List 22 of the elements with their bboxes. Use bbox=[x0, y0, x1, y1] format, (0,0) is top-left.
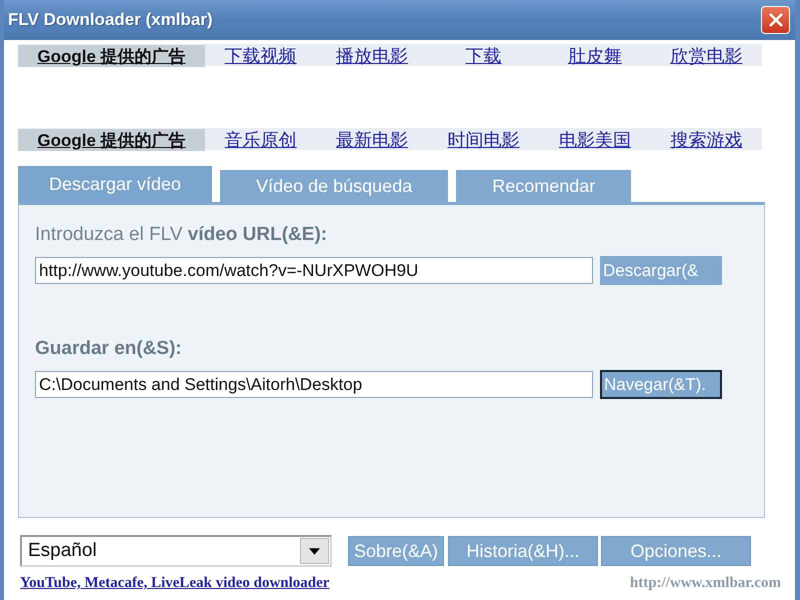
ad-link[interactable]: 播放电影 bbox=[336, 44, 408, 68]
ad-link[interactable]: 欣赏电影 bbox=[670, 44, 742, 68]
ad-link[interactable]: 时间电影 bbox=[447, 128, 520, 152]
language-select[interactable]: Español bbox=[20, 535, 332, 567]
ads-label-link[interactable]: Google 提供的广告 bbox=[18, 45, 205, 67]
footer-link[interactable]: YouTube, Metacafe, LiveLeak video downloader bbox=[20, 575, 330, 592]
close-icon bbox=[768, 13, 782, 27]
window-title: FLV Downloader (xmlbar) bbox=[8, 10, 213, 30]
website-address: http://www.xmlbar.com bbox=[630, 575, 781, 592]
ad-link[interactable]: 音乐原创 bbox=[224, 128, 297, 152]
ad-link[interactable]: 最新电影 bbox=[336, 128, 408, 152]
ad-link[interactable]: 电影美国 bbox=[558, 128, 631, 152]
close-button[interactable] bbox=[761, 6, 790, 34]
ad-link[interactable]: 下载 bbox=[465, 44, 502, 68]
ads-label-link[interactable]: Google 提供的广告 bbox=[18, 129, 205, 151]
field-label: Introduzca el FLV vídeo URL(&E): bbox=[35, 223, 328, 247]
text-field[interactable]: C:\Documents and Settings\Aitorh\Desktop bbox=[35, 371, 593, 398]
field-label: Guardar en(&S): bbox=[35, 337, 183, 361]
ad-link[interactable]: 搜索游戏 bbox=[670, 128, 742, 152]
ad-link[interactable]: 肚皮舞 bbox=[568, 44, 622, 68]
ad-link[interactable]: 下载视频 bbox=[224, 44, 297, 68]
text-field[interactable]: http://www.youtube.com/watch?v=-NUrXPWOH9U bbox=[35, 257, 593, 284]
